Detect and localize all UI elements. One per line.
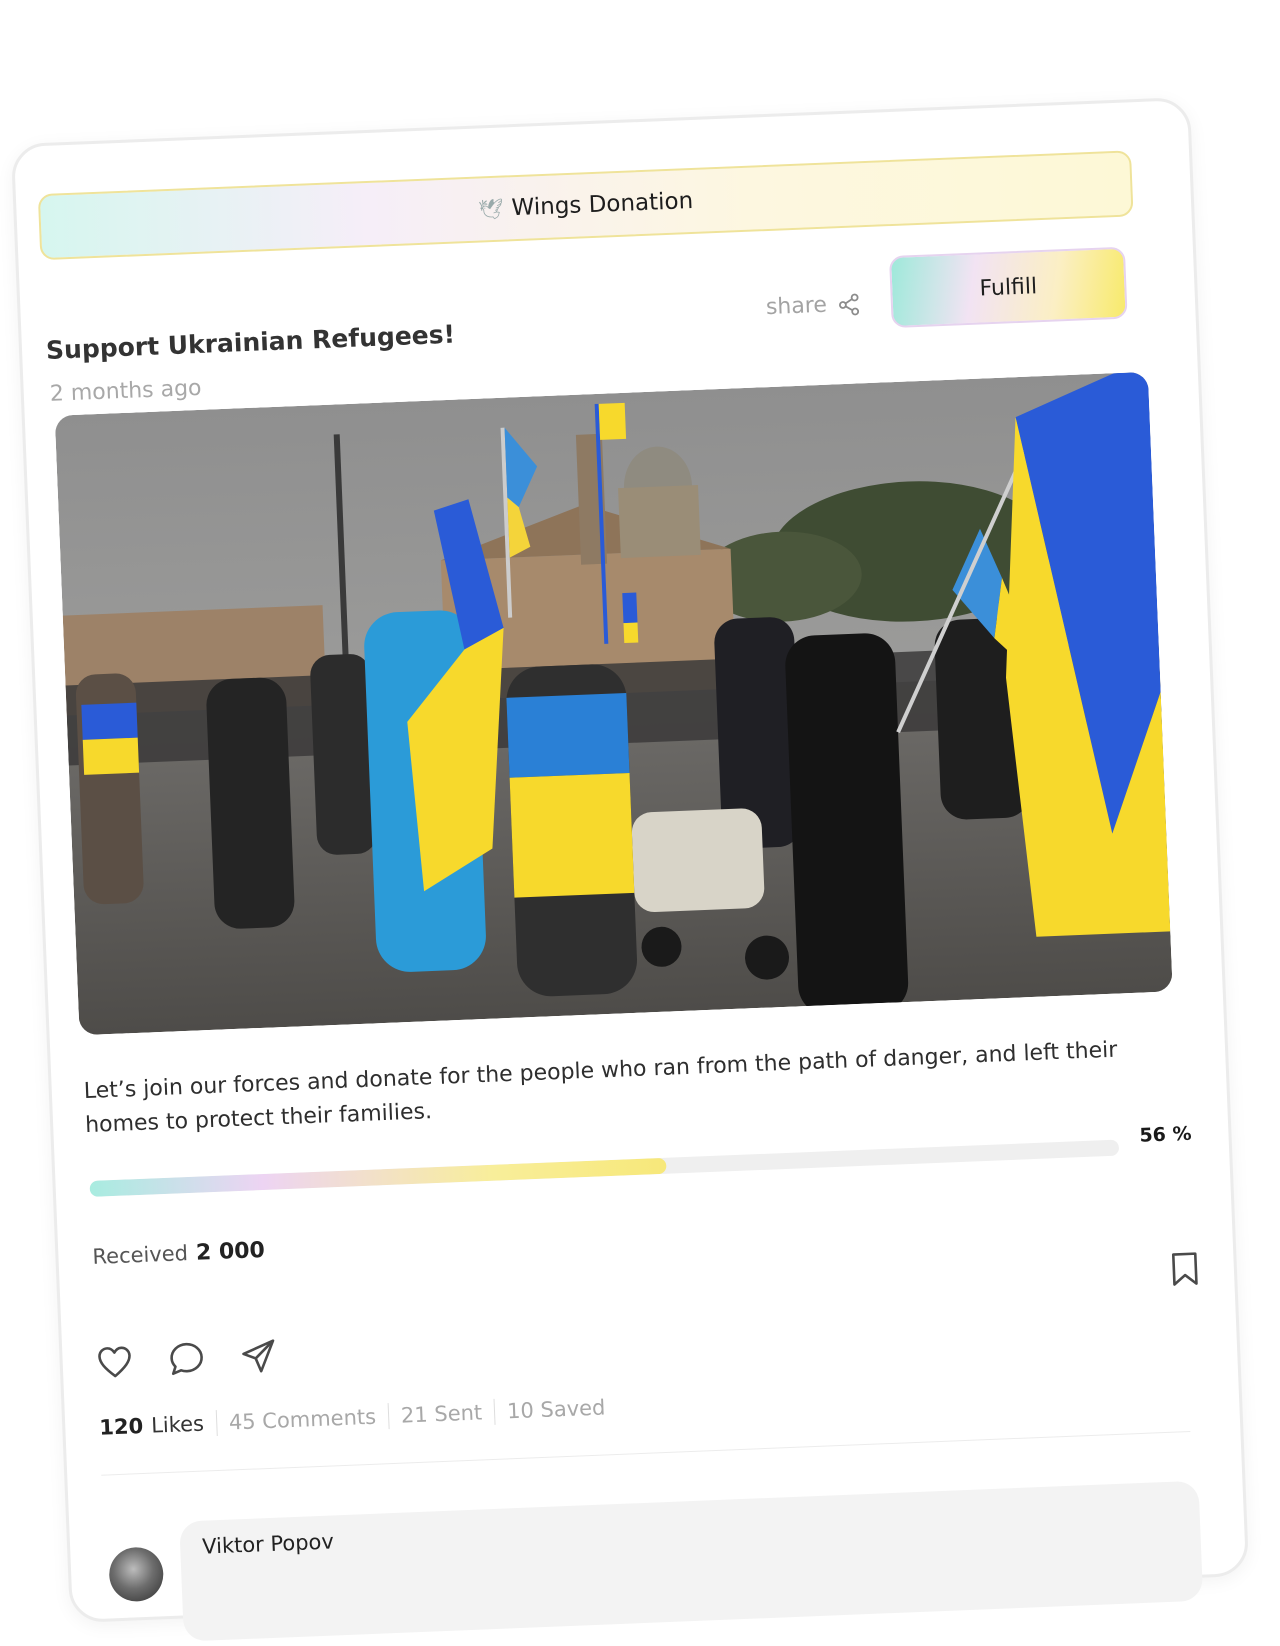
comment-author[interactable]: Viktor Popov — [202, 1529, 335, 1558]
stats-divider — [387, 1403, 390, 1430]
share-icon — [838, 293, 860, 315]
post-title: Support Ukrainian Refugees! — [45, 319, 456, 366]
received-value: 2 000 — [195, 1237, 266, 1266]
progress-percent: 56 % — [1139, 1122, 1192, 1147]
fulfill-button[interactable]: Fulfill — [888, 246, 1128, 329]
banner-label: Wings Donation — [511, 187, 694, 222]
send-icon[interactable] — [240, 1338, 277, 1375]
stats-divider — [493, 1398, 496, 1425]
post-actions — [96, 1338, 277, 1381]
wings-donation-banner[interactable]: 🕊 Wings Donation — [37, 150, 1134, 261]
post-stats: 120 Likes 45 Comments 21 Sent 10 Saved — [99, 1394, 606, 1440]
progress-fill — [89, 1157, 667, 1197]
likes-count: 120 — [98, 1414, 144, 1440]
heart-icon[interactable] — [96, 1344, 133, 1379]
bookmark-icon — [1171, 1252, 1198, 1286]
comment-icon[interactable] — [168, 1340, 205, 1377]
fulfill-label: Fulfill — [979, 273, 1038, 302]
rally-photo-illustration — [54, 371, 1173, 1036]
post-time: 2 months ago — [49, 375, 202, 407]
post-photo — [54, 371, 1173, 1036]
bookmark-button[interactable] — [1169, 1250, 1201, 1291]
received-amount: Received 2 000 — [92, 1238, 265, 1270]
stats-divider — [215, 1410, 218, 1437]
avatar[interactable] — [108, 1546, 165, 1603]
donation-progress-bar — [89, 1139, 1120, 1197]
comment-bubble: Viktor Popov — [179, 1480, 1204, 1642]
received-label: Received — [92, 1241, 189, 1269]
comments-count[interactable]: 45 Comments — [228, 1405, 376, 1435]
dove-icon: 🕊 — [477, 196, 505, 222]
donation-post-card: 🕊 Wings Donation Support Ukrainian Refug… — [10, 96, 1250, 1642]
section-divider — [101, 1430, 1191, 1476]
sent-count: 21 Sent — [400, 1400, 483, 1428]
share-button[interactable]: share — [765, 291, 861, 320]
likes-label: Likes — [150, 1411, 205, 1438]
saved-count: 10 Saved — [506, 1395, 606, 1424]
post-description: Let’s join our forces and donate for the… — [83, 1037, 1118, 1139]
share-label: share — [765, 292, 828, 321]
